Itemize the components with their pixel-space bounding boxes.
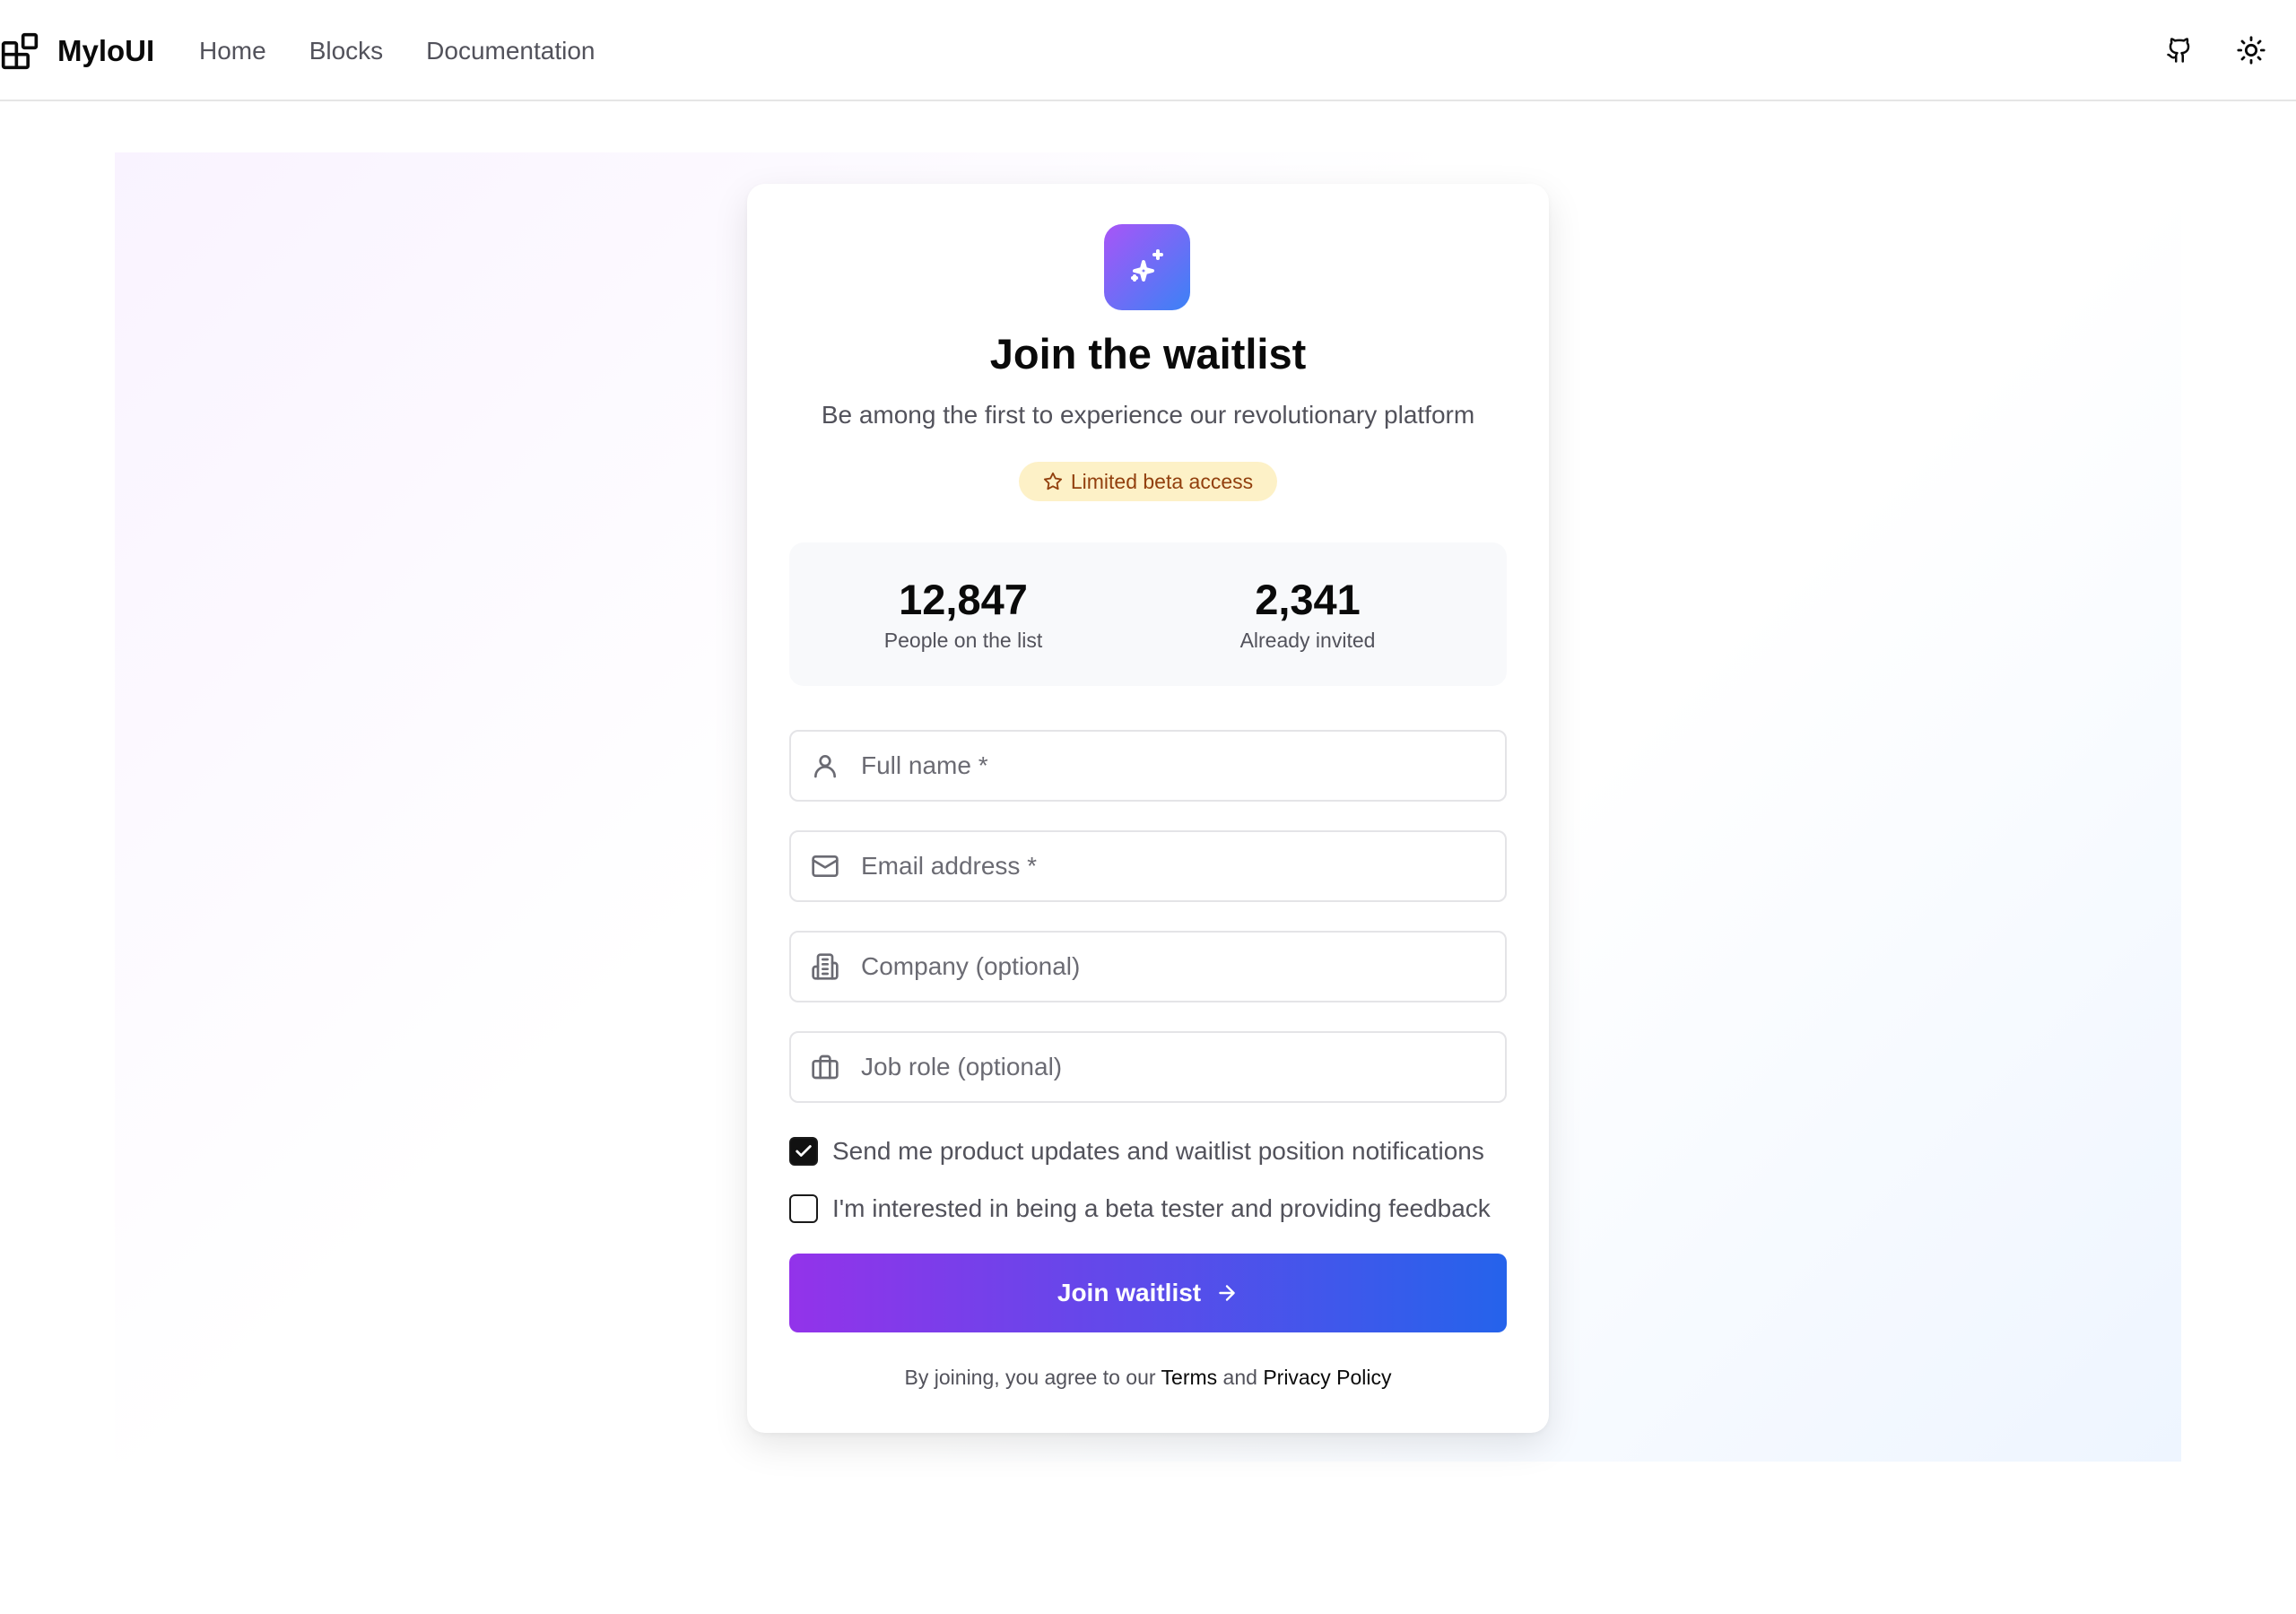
github-button[interactable] xyxy=(2156,27,2203,74)
join-waitlist-button[interactable]: Join waitlist xyxy=(789,1254,1507,1332)
full-name-field xyxy=(789,730,1507,802)
brand-name: MyloUI xyxy=(57,34,155,67)
sparkles-logo-tile xyxy=(1104,224,1190,310)
nav-link-home[interactable]: Home xyxy=(199,37,266,65)
mail-icon xyxy=(812,855,839,877)
terms-link[interactable]: Terms xyxy=(1161,1366,1218,1389)
theme-toggle-button[interactable] xyxy=(2228,27,2274,74)
full-name-input[interactable] xyxy=(861,732,1489,800)
stat-value: 2,341 xyxy=(1255,576,1361,623)
nav-link-documentation[interactable]: Documentation xyxy=(426,37,595,65)
blocks-logo-icon xyxy=(1,32,39,70)
card-subtitle: Be among the first to experience our rev… xyxy=(821,401,1475,429)
brand[interactable]: MyloUI xyxy=(0,29,154,74)
updates-checkbox[interactable] xyxy=(789,1137,818,1166)
beta-tester-checkbox[interactable] xyxy=(789,1194,818,1223)
legal-prefix: By joining, you agree to our xyxy=(904,1366,1156,1389)
card-title: Join the waitlist xyxy=(989,330,1307,377)
stat-people-on-list: 12,847 People on the list xyxy=(829,577,1098,653)
stats-panel: 12,847 People on the list 2,341 Already … xyxy=(789,542,1507,686)
nav-link-blocks[interactable]: Blocks xyxy=(309,37,383,65)
beta-badge: Limited beta access xyxy=(1019,462,1277,501)
stat-already-invited: 2,341 Already invited xyxy=(1173,577,1442,653)
email-input[interactable] xyxy=(861,832,1489,900)
beta-tester-checkbox-label: I'm interested in being a beta tester an… xyxy=(832,1194,1491,1222)
arrow-right-icon xyxy=(1219,1285,1235,1301)
sparkles-icon xyxy=(1131,249,1163,282)
updates-checkbox-label: Send me product updates and waitlist pos… xyxy=(832,1137,1484,1165)
beta-tester-checkbox-row[interactable]: I'm interested in being a beta tester an… xyxy=(789,1191,1491,1227)
join-waitlist-label: Join waitlist xyxy=(1057,1279,1202,1306)
stat-value: 12,847 xyxy=(899,576,1028,623)
nav-actions xyxy=(2131,27,2274,74)
stat-label: People on the list xyxy=(883,629,1043,652)
star-icon xyxy=(1043,472,1062,490)
legal-text: By joining, you agree to our Terms and P… xyxy=(747,1366,1549,1390)
top-navbar: MyloUI Home Blocks Documentation xyxy=(0,0,2296,101)
building-icon xyxy=(812,953,839,980)
nav-links: Home Blocks Documentation xyxy=(199,29,639,74)
legal-and: and xyxy=(1222,1366,1257,1389)
beta-badge-label: Limited beta access xyxy=(1070,469,1254,493)
stat-label: Already invited xyxy=(1239,629,1376,652)
email-field xyxy=(789,830,1507,902)
company-field xyxy=(789,931,1507,1002)
user-icon xyxy=(814,755,836,778)
job-role-field xyxy=(789,1031,1507,1103)
waitlist-card: Join the waitlist Be among the first to … xyxy=(747,184,1549,1433)
briefcase-icon xyxy=(812,1054,839,1080)
privacy-policy-link[interactable]: Privacy Policy xyxy=(1263,1366,1391,1389)
company-input[interactable] xyxy=(861,933,1489,1001)
updates-checkbox-row[interactable]: Send me product updates and waitlist pos… xyxy=(789,1133,1484,1169)
job-role-input[interactable] xyxy=(861,1033,1489,1101)
check-icon xyxy=(796,1145,812,1157)
github-icon xyxy=(2167,38,2190,63)
sun-icon xyxy=(2237,36,2266,65)
